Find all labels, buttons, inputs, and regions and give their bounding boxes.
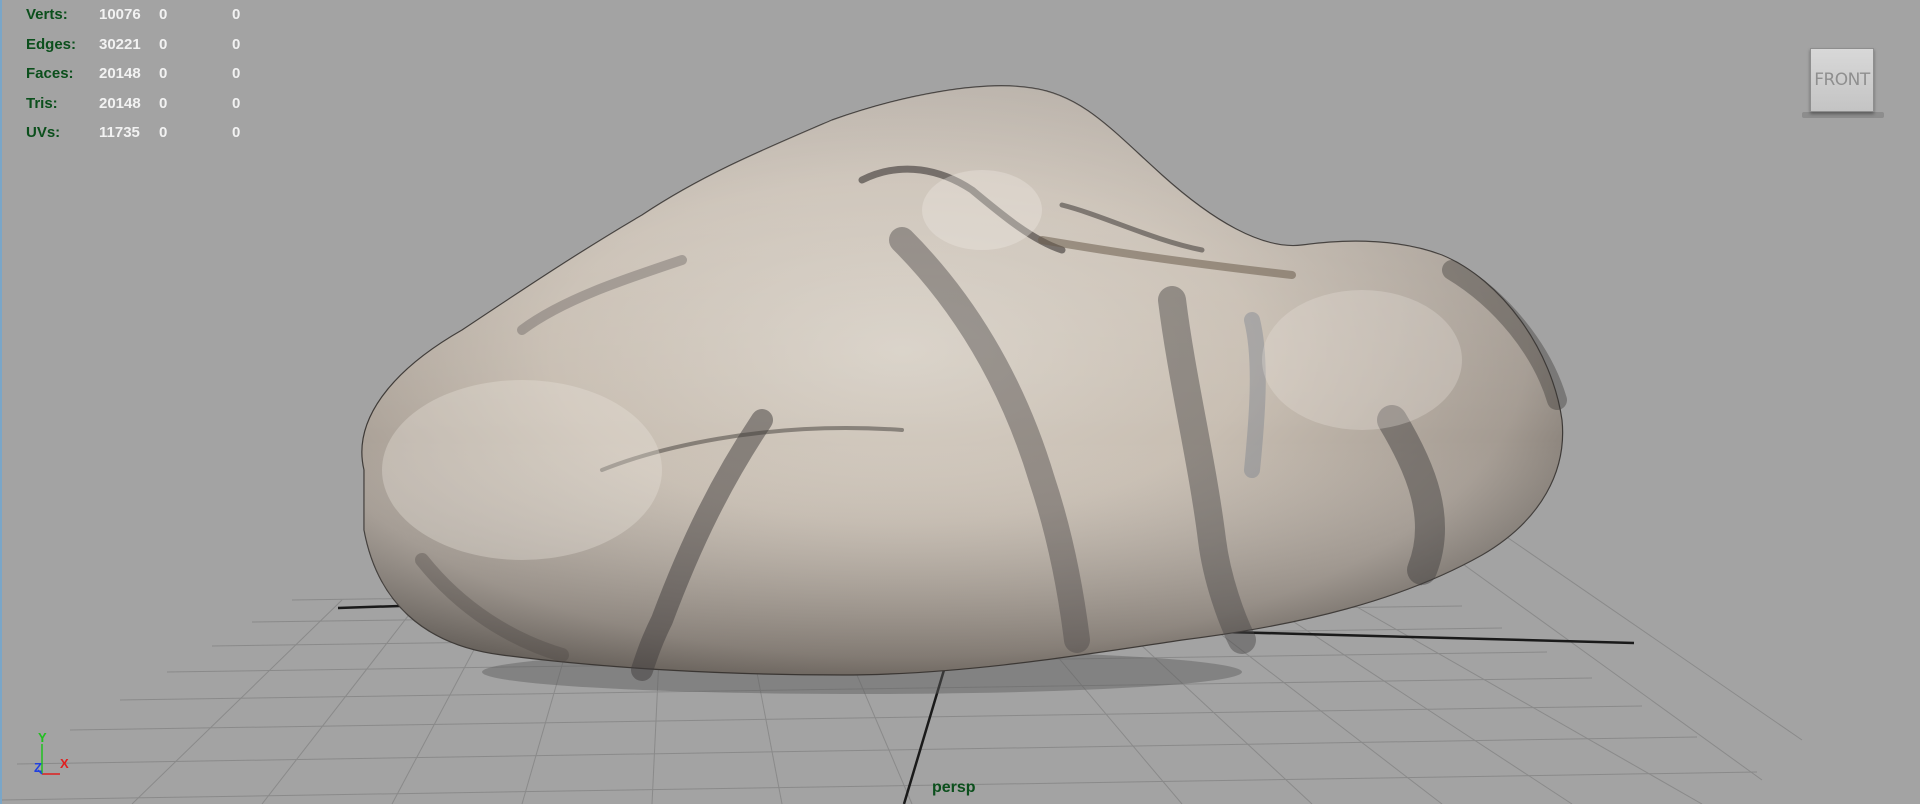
axis-gizmo: Y Z X — [34, 730, 69, 775]
hud-selected: 0 — [159, 124, 168, 141]
hud-uv: 0 — [232, 6, 241, 23]
hud-uv: 0 — [232, 35, 241, 53]
axis-x-label: X — [60, 756, 69, 771]
hud-row-uvs: UVs: 11735 0 0 — [26, 118, 272, 148]
rock-highlight-top — [922, 170, 1042, 250]
hud-selected: 0 — [159, 65, 168, 82]
hud-uv: 0 — [232, 124, 241, 141]
poly-count-hud: Verts: 10076 0 0 Edges: 30221 0 0 Faces:… — [26, 0, 272, 148]
hud-count: 20148 — [99, 94, 141, 112]
hud-selected: 0 — [159, 6, 168, 23]
hud-row-edges: Edges: 30221 0 0 — [26, 30, 272, 60]
hud-row-verts: Verts: 10076 0 0 — [26, 0, 272, 30]
hud-selected: 0 — [159, 94, 168, 112]
hud-label: Faces: — [26, 65, 74, 82]
rock-highlight-left — [382, 380, 662, 560]
hud-label: UVs: — [26, 124, 61, 141]
persp-viewport[interactable]: Verts: 10076 0 0 Edges: 30221 0 0 Faces:… — [0, 0, 1920, 804]
hud-row-tris: Tris: 20148 0 0 — [26, 89, 272, 119]
viewcube-front-face[interactable]: FRONT — [1810, 48, 1874, 112]
hud-label: Tris: — [26, 94, 58, 112]
hud-count: 10076 — [99, 6, 141, 23]
axis-y-label: Y — [38, 730, 47, 745]
hud-uv: 0 — [232, 65, 241, 82]
hud-selected: 0 — [159, 35, 168, 53]
hud-label: Edges: — [26, 35, 77, 53]
axis-z-label: Z — [34, 760, 42, 775]
hud-count: 11735 — [99, 124, 140, 141]
camera-name-label: persp — [932, 779, 976, 796]
rock-mesh[interactable] — [361, 85, 1567, 681]
viewcube[interactable]: FRONT — [1802, 46, 1884, 118]
viewcube-base — [1802, 112, 1884, 118]
hud-uv: 0 — [232, 94, 241, 112]
rock-highlight-right — [1262, 290, 1462, 430]
scene-canvas[interactable] — [2, 0, 1920, 804]
hud-row-faces: Faces: 20148 0 0 — [26, 59, 272, 89]
hud-count: 30221 — [99, 35, 141, 53]
hud-count: 20148 — [99, 65, 141, 82]
hud-label: Verts: — [26, 6, 68, 23]
